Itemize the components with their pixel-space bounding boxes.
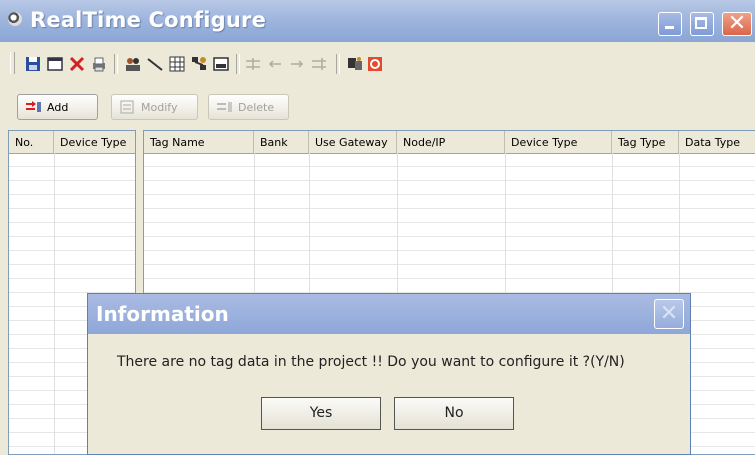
column-header[interactable]: Use Gateway bbox=[309, 131, 397, 153]
dialog-title: Information bbox=[96, 302, 229, 326]
column-header[interactable]: Device Type bbox=[505, 131, 612, 153]
minimize-icon bbox=[665, 26, 674, 29]
close-icon: ✕ bbox=[659, 301, 679, 326]
delete-row-icon bbox=[217, 102, 232, 112]
device-icon[interactable] bbox=[346, 55, 364, 73]
action-bar: Add Modify Delete bbox=[0, 82, 755, 130]
delete-icon[interactable] bbox=[68, 55, 86, 73]
modify-icon bbox=[120, 100, 134, 114]
add-button[interactable]: Add bbox=[17, 94, 98, 120]
left-arrow-icon bbox=[268, 60, 281, 68]
save-icon[interactable] bbox=[24, 55, 42, 73]
dialog-message: There are no tag data in the project !! … bbox=[117, 354, 625, 370]
information-dialog: Information ✕ There are no tag data in t… bbox=[87, 293, 691, 455]
modify-button[interactable]: Modify bbox=[111, 94, 198, 120]
grid-line bbox=[54, 153, 55, 454]
column-header[interactable]: Tag Type bbox=[612, 131, 679, 153]
window-title: RealTime Configure bbox=[30, 8, 267, 32]
window-icon[interactable] bbox=[46, 55, 64, 73]
toolbar-separator bbox=[236, 54, 240, 74]
align2-icon bbox=[312, 58, 326, 70]
device-list-header: No. Device Type bbox=[9, 131, 135, 154]
minimize-button[interactable] bbox=[658, 12, 682, 36]
no-button[interactable]: No bbox=[394, 397, 514, 430]
toolbar bbox=[0, 42, 755, 83]
align-icon bbox=[246, 58, 260, 70]
title-bar: RealTime Configure ✕ bbox=[0, 0, 755, 42]
delete-button[interactable]: Delete bbox=[208, 94, 289, 120]
right-arrow-icon bbox=[291, 60, 304, 68]
network-icon[interactable] bbox=[190, 55, 208, 73]
print-icon[interactable] bbox=[90, 55, 108, 73]
column-header[interactable]: Node/IP bbox=[397, 131, 505, 153]
grid-icon[interactable] bbox=[168, 55, 186, 73]
yes-button[interactable]: Yes bbox=[261, 397, 381, 430]
toolbar-separator bbox=[114, 54, 118, 74]
toolbar-separator bbox=[336, 54, 340, 74]
dialog-close-button[interactable]: ✕ bbox=[654, 299, 684, 329]
column-header[interactable]: Data Type bbox=[679, 131, 755, 153]
close-button[interactable]: ✕ bbox=[722, 12, 752, 36]
close-icon: ✕ bbox=[727, 11, 747, 36]
stop-icon[interactable] bbox=[366, 55, 384, 73]
app-icon bbox=[8, 12, 22, 26]
dialog-title-bar: Information ✕ bbox=[88, 294, 690, 334]
maximize-icon bbox=[695, 17, 707, 29]
tag-list-header: Tag Name Bank Use Gateway Node/IP Device… bbox=[144, 131, 755, 154]
column-header[interactable]: Tag Name bbox=[144, 131, 254, 153]
line-icon[interactable] bbox=[146, 55, 164, 73]
maximize-button[interactable] bbox=[690, 12, 714, 36]
column-header[interactable]: Bank bbox=[254, 131, 309, 153]
toolbar-grip[interactable] bbox=[10, 52, 15, 74]
column-header[interactable]: Device Type bbox=[54, 131, 135, 153]
users-icon[interactable] bbox=[124, 55, 142, 73]
screen-icon[interactable] bbox=[212, 55, 230, 73]
add-row-icon bbox=[26, 101, 41, 112]
column-header[interactable]: No. bbox=[9, 131, 54, 153]
